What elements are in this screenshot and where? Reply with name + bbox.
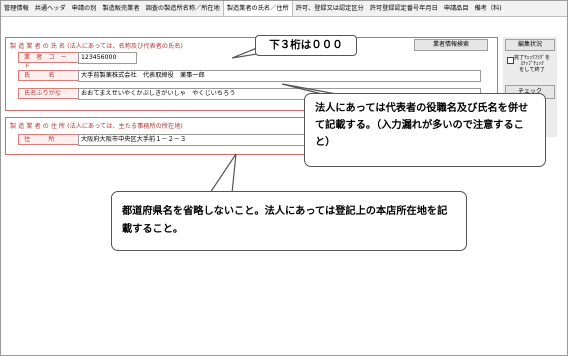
name-entry-note: 法人にあっては代表者の役職名及び氏名を併せて記載する。（入力漏れが多いので注意す…: [304, 93, 546, 167]
code-note-pointer: [231, 47, 258, 59]
address-note-pointer: [208, 153, 237, 194]
address-entry-note: 都道府県名を省略しないこと。法人にあっては登記上の本店所在地を記載すること。: [111, 191, 467, 251]
vendor-code-note: 下３桁は０００: [255, 35, 357, 56]
